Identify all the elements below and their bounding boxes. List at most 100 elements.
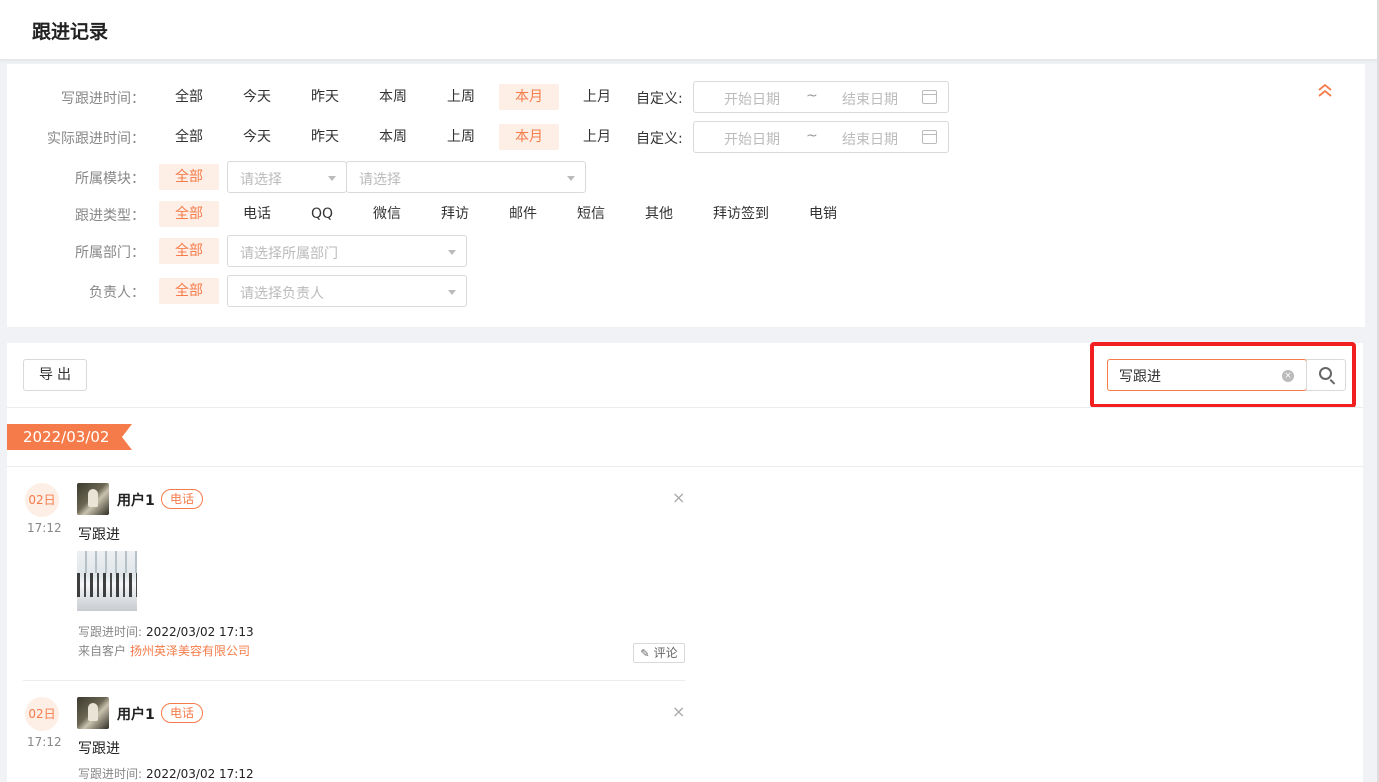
type-option-wechat[interactable]: 微信 (357, 201, 417, 227)
date-group-label: 2022/03/02 (7, 424, 132, 450)
caret-down-icon (328, 176, 336, 181)
write-time-value: 2022/03/02 17:12 (146, 767, 254, 781)
record-customer: 来自客户 扬州英泽美容有限公司 (78, 642, 250, 659)
write-time-option-today[interactable]: 今天 (227, 84, 287, 110)
filter-label-module: 所属模块： (75, 171, 145, 187)
caret-down-icon (448, 290, 456, 295)
module-select-2-placeholder: 请选择 (359, 172, 401, 188)
type-option-visit[interactable]: 拜访 (425, 201, 485, 227)
department-select[interactable]: 请选择所属部门 (227, 235, 467, 267)
write-time-custom-label: 自定义: (636, 91, 683, 107)
page-title: 跟进记录 (32, 21, 109, 43)
thumbnail-figures (77, 573, 137, 597)
record-content: 写跟进 (78, 741, 120, 757)
type-option-other[interactable]: 其他 (629, 201, 689, 227)
record-type-tag: 电话 (161, 489, 203, 509)
calendar-icon[interactable] (922, 90, 937, 104)
record-user-name[interactable]: 用户1 (117, 704, 155, 724)
write-time-option-this-month[interactable]: 本月 (499, 84, 559, 110)
owner-option-all[interactable]: 全部 (159, 278, 219, 304)
department-select-placeholder: 请选择所属部门 (240, 246, 338, 262)
write-time-date-range[interactable]: 开始日期 ~ 结束日期 (693, 81, 949, 113)
type-option-phone[interactable]: 电话 (227, 201, 287, 227)
write-time-option-all[interactable]: 全部 (159, 84, 219, 110)
type-option-email[interactable]: 邮件 (493, 201, 553, 227)
record-divider (23, 680, 685, 681)
toolbar-divider (7, 407, 1363, 408)
record-type-tag: 电话 (161, 703, 203, 723)
avatar[interactable] (77, 483, 109, 515)
write-time-value: 2022/03/02 17:13 (146, 625, 254, 639)
type-option-visit-checkin[interactable]: 拜访签到 (703, 201, 779, 227)
filter-label-write-time: 写跟进时间： (61, 91, 145, 107)
actual-time-custom-label: 自定义: (636, 131, 683, 147)
customer-link[interactable]: 扬州英泽美容有限公司 (130, 644, 250, 658)
start-date-placeholder[interactable]: 开始日期 (724, 89, 780, 109)
actual-time-option-last-week[interactable]: 上周 (431, 124, 491, 150)
thumbnail-window-bars (77, 551, 137, 573)
calendar-icon[interactable] (922, 130, 937, 144)
caret-down-icon (448, 250, 456, 255)
actual-time-date-range[interactable]: 开始日期 ~ 结束日期 (693, 121, 949, 153)
close-icon[interactable]: × (672, 488, 685, 507)
page-header: 跟进记录 (0, 0, 1379, 60)
actual-time-option-yesterday[interactable]: 昨天 (295, 124, 355, 150)
export-button[interactable]: 导出 (23, 359, 87, 391)
record-user-name[interactable]: 用户1 (117, 490, 155, 510)
search-input[interactable]: 写跟进 × (1107, 359, 1307, 391)
write-time-option-this-week[interactable]: 本周 (363, 84, 423, 110)
date-range-separator: ~ (806, 88, 818, 104)
double-chevron-up-icon-graphic (1318, 83, 1332, 97)
filter-label-owner: 负责人： (89, 285, 145, 301)
owner-select-placeholder: 请选择负责人 (240, 286, 324, 302)
module-option-all[interactable]: 全部 (159, 164, 219, 190)
actual-time-option-last-month[interactable]: 上月 (567, 124, 627, 150)
actual-time-option-today[interactable]: 今天 (227, 124, 287, 150)
owner-select[interactable]: 请选择负责人 (227, 275, 467, 307)
write-time-option-last-week[interactable]: 上周 (431, 84, 491, 110)
end-date-placeholder[interactable]: 结束日期 (842, 89, 898, 109)
module-select-1[interactable]: 请选择 (227, 161, 347, 193)
filter-label-type: 跟进类型： (75, 208, 145, 224)
close-icon[interactable]: × (672, 702, 685, 721)
record-time: 17:12 (27, 521, 62, 535)
record-day-badge: 02日 (25, 483, 59, 517)
search-icon (1319, 367, 1332, 380)
record-content: 写跟进 (78, 527, 120, 543)
record-day-badge: 02日 (25, 697, 59, 731)
record-time: 17:12 (27, 735, 62, 749)
filter-label-department: 所属部门： (75, 245, 145, 261)
type-option-all[interactable]: 全部 (159, 201, 219, 227)
end-date-placeholder[interactable]: 结束日期 (842, 129, 898, 149)
type-option-qq[interactable]: QQ (292, 201, 352, 227)
type-option-telesales[interactable]: 电销 (793, 201, 853, 227)
double-chevron-up-icon[interactable] (1317, 82, 1333, 98)
module-select-1-placeholder: 请选择 (240, 172, 282, 188)
actual-time-option-this-week[interactable]: 本周 (363, 124, 423, 150)
pencil-icon: ✎ (640, 647, 650, 660)
actual-time-option-all[interactable]: 全部 (159, 124, 219, 150)
type-option-sms[interactable]: 短信 (561, 201, 621, 227)
record-write-time: 写跟进时间: 2022/03/02 17:12 (78, 765, 254, 782)
avatar[interactable] (77, 697, 109, 729)
write-time-option-yesterday[interactable]: 昨天 (295, 84, 355, 110)
write-time-label: 写跟进时间: (78, 767, 143, 781)
clear-icon[interactable]: × (1282, 370, 1294, 382)
record-image-thumbnail[interactable] (77, 551, 137, 611)
date-range-separator: ~ (806, 128, 818, 144)
date-group-divider (7, 466, 1363, 467)
comment-label: 评论 (653, 646, 678, 660)
filter-label-actual-time: 实际跟进时间： (47, 131, 145, 147)
caret-down-icon (567, 176, 575, 181)
write-time-label: 写跟进时间: (78, 625, 143, 639)
actual-time-option-this-month[interactable]: 本月 (499, 124, 559, 150)
search-input-value[interactable]: 写跟进 (1119, 366, 1161, 386)
customer-label: 来自客户 (78, 644, 127, 658)
comment-button[interactable]: ✎ 评论 (633, 643, 685, 663)
module-select-2[interactable]: 请选择 (346, 161, 586, 193)
write-time-option-last-month[interactable]: 上月 (567, 84, 627, 110)
search-button[interactable] (1306, 359, 1346, 391)
start-date-placeholder[interactable]: 开始日期 (724, 129, 780, 149)
department-option-all[interactable]: 全部 (159, 238, 219, 264)
record-write-time: 写跟进时间: 2022/03/02 17:13 (78, 623, 254, 640)
